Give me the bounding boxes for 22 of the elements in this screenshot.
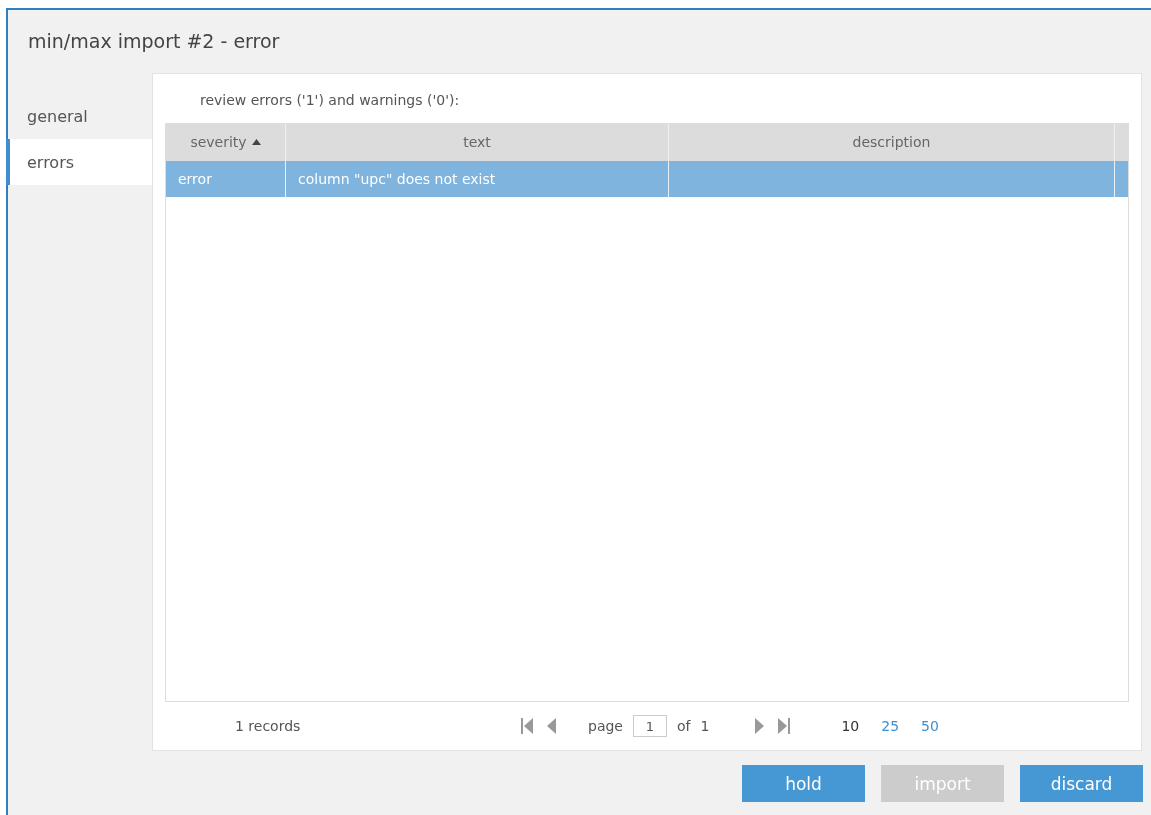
first-page-icon[interactable] — [520, 716, 534, 737]
action-button[interactable]: discard — [1020, 765, 1143, 802]
row-filler — [1115, 160, 1128, 197]
page-input[interactable]: 1 — [632, 715, 667, 738]
column-header[interactable]: description — [669, 123, 1115, 161]
page-size-option[interactable]: 50 — [921, 718, 939, 735]
window-title: min/max import #2 - error — [27, 29, 281, 54]
sidebar-tab[interactable]: errors — [6, 139, 152, 185]
column-header[interactable]: severity — [166, 123, 286, 161]
of-label: of — [676, 718, 691, 735]
last-page-icon[interactable] — [777, 716, 792, 737]
table-cell: column "upc" does not exist — [286, 160, 669, 197]
page-size-option[interactable]: 10 — [841, 718, 860, 735]
sidebar-tab[interactable]: general — [6, 93, 152, 139]
table-cell: error — [166, 160, 286, 197]
page-total: 1 — [700, 718, 710, 735]
page-size-option[interactable]: 25 — [881, 718, 900, 735]
page-label: page — [588, 718, 623, 735]
records-count: 1 records — [235, 718, 302, 735]
summary-text: review errors ('1') and warnings ('0'): — [199, 91, 461, 110]
action-button[interactable]: hold — [742, 765, 865, 802]
column-header[interactable]: text — [286, 123, 669, 161]
